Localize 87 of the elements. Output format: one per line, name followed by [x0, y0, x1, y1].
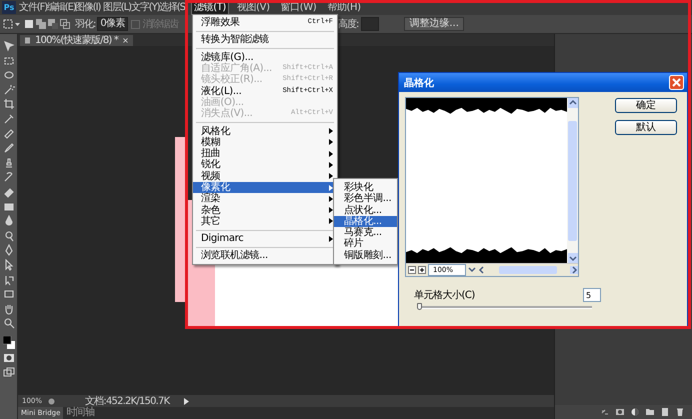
drop-icon[interactable]: [2, 215, 14, 228]
pen-icon[interactable]: [2, 244, 14, 256]
trash-icon[interactable]: [676, 408, 684, 416]
menu-item[interactable]: 视频: [193, 170, 337, 182]
menu-item[interactable]: 图层(L): [103, 1, 131, 14]
menu-item[interactable]: 彩块化: [334, 182, 397, 194]
slider-thumb[interactable]: [416, 303, 422, 310]
refine-edge-button[interactable]: 调整边缘...: [404, 17, 464, 31]
menu-item[interactable]: 滤镜库(G)...: [193, 52, 337, 63]
marquee-icon[interactable]: [2, 54, 14, 67]
brush-icon[interactable]: [2, 142, 14, 154]
slider-track[interactable]: [417, 306, 592, 309]
menu-item[interactable]: 碎片: [334, 238, 397, 250]
menu-item[interactable]: 选择(S: [159, 1, 187, 14]
subtract-selection-icon[interactable]: [48, 19, 58, 29]
height-field[interactable]: [361, 17, 380, 31]
add-selection-icon[interactable]: [36, 19, 46, 29]
folder-icon[interactable]: [646, 408, 654, 416]
marquee-icon[interactable]: [3, 19, 13, 29]
menu-item[interactable]: 渲染: [193, 193, 337, 204]
magnifier-icon[interactable]: [2, 230, 14, 242]
menu-item[interactable]: 窗口(W): [278, 0, 320, 15]
crop-icon[interactable]: [2, 98, 14, 110]
menu-item[interactable]: 晶格化...: [334, 216, 397, 228]
scroll-down-icon[interactable]: [568, 253, 578, 263]
scrollbar-thumb[interactable]: [568, 120, 577, 240]
zoom-icon[interactable]: [2, 317, 14, 330]
hand-icon[interactable]: [2, 302, 14, 315]
menu-item[interactable]: 文字(Y): [131, 1, 159, 14]
path-select-icon[interactable]: [2, 274, 14, 286]
document-title: 100%(快速蒙版/8) *: [35, 35, 118, 46]
color-swatches-icon[interactable]: [2, 336, 14, 350]
document-info: 文档:452.2K/150.7K: [85, 394, 170, 407]
menu-item[interactable]: 风格化: [193, 125, 337, 137]
circle-icon[interactable]: [616, 408, 624, 416]
move-icon[interactable]: [2, 40, 14, 52]
history-brush-icon[interactable]: [2, 171, 14, 184]
dialog-title: 晶格化: [404, 76, 434, 90]
scroll-right-icon[interactable]: [570, 266, 578, 274]
menu-item[interactable]: 扭曲: [193, 148, 337, 160]
close-button[interactable]: ×: [122, 36, 129, 45]
rectangle-icon[interactable]: [2, 288, 14, 300]
dialog-button[interactable]: 默认: [615, 120, 677, 135]
zoom-out-icon[interactable]: [408, 266, 416, 274]
close-icon[interactable]: [669, 75, 684, 90]
eyedropper-icon[interactable]: [2, 112, 14, 125]
menu-item[interactable]: 文件(F): [19, 1, 47, 14]
lasso-icon[interactable]: [2, 69, 14, 82]
menu-item[interactable]: 点状化...: [334, 204, 397, 216]
height-label: 高度:: [338, 18, 358, 31]
menu-item[interactable]: 模糊: [193, 136, 337, 148]
dialog-button[interactable]: 确定: [615, 98, 677, 113]
play-icon[interactable]: [183, 398, 190, 404]
page-icon[interactable]: [661, 408, 669, 416]
cell-size-field[interactable]: 5: [583, 288, 601, 302]
mask-icon[interactable]: [2, 352, 14, 364]
menu-item[interactable]: 浏览联机滤镜...: [193, 250, 337, 262]
feather-label: 羽化:: [75, 18, 96, 31]
menu-item[interactable]: 转换为智能滤镜: [193, 34, 337, 46]
document-tab[interactable]: 100%(快速蒙版/8) * ×: [20, 35, 133, 46]
new-selection-icon[interactable]: [24, 19, 34, 29]
half-circle-icon[interactable]: [631, 408, 639, 416]
intersect-selection-icon[interactable]: [60, 19, 70, 29]
menu-item[interactable]: 杂色: [193, 204, 337, 216]
scroll-left-icon[interactable]: [478, 266, 486, 274]
menu-item[interactable]: Digimarc: [193, 233, 337, 244]
document-icon: [24, 37, 31, 44]
menu-item[interactable]: 编辑(E): [47, 1, 75, 14]
wand-icon[interactable]: [2, 84, 14, 96]
app-logo: Ps: [2, 1, 16, 14]
caret-icon[interactable]: [468, 266, 476, 274]
zoom-in-icon[interactable]: [418, 266, 426, 274]
menu-item[interactable]: 马赛克...: [334, 227, 397, 238]
panel-tab[interactable]: 时间轴: [63, 407, 98, 419]
gradient-icon[interactable]: [2, 200, 14, 213]
feather-field[interactable]: 0像素: [97, 17, 128, 31]
scroll-up-icon[interactable]: [568, 98, 578, 108]
eraser-icon[interactable]: [2, 186, 14, 198]
cursor-icon[interactable]: [2, 258, 14, 271]
cell-size-label: 单元格大小(C): [414, 288, 475, 302]
menu-item[interactable]: 彩色半调...: [334, 193, 397, 205]
menu-item[interactable]: 铜版雕刻...: [334, 250, 397, 262]
scrollbar-thumb[interactable]: [499, 266, 557, 274]
menu-item[interactable]: 锐化: [193, 159, 337, 171]
screen-mode-icon[interactable]: [2, 367, 14, 380]
menu-item[interactable]: 其它: [193, 216, 337, 228]
menu-item[interactable]: 图像(I): [75, 1, 103, 14]
